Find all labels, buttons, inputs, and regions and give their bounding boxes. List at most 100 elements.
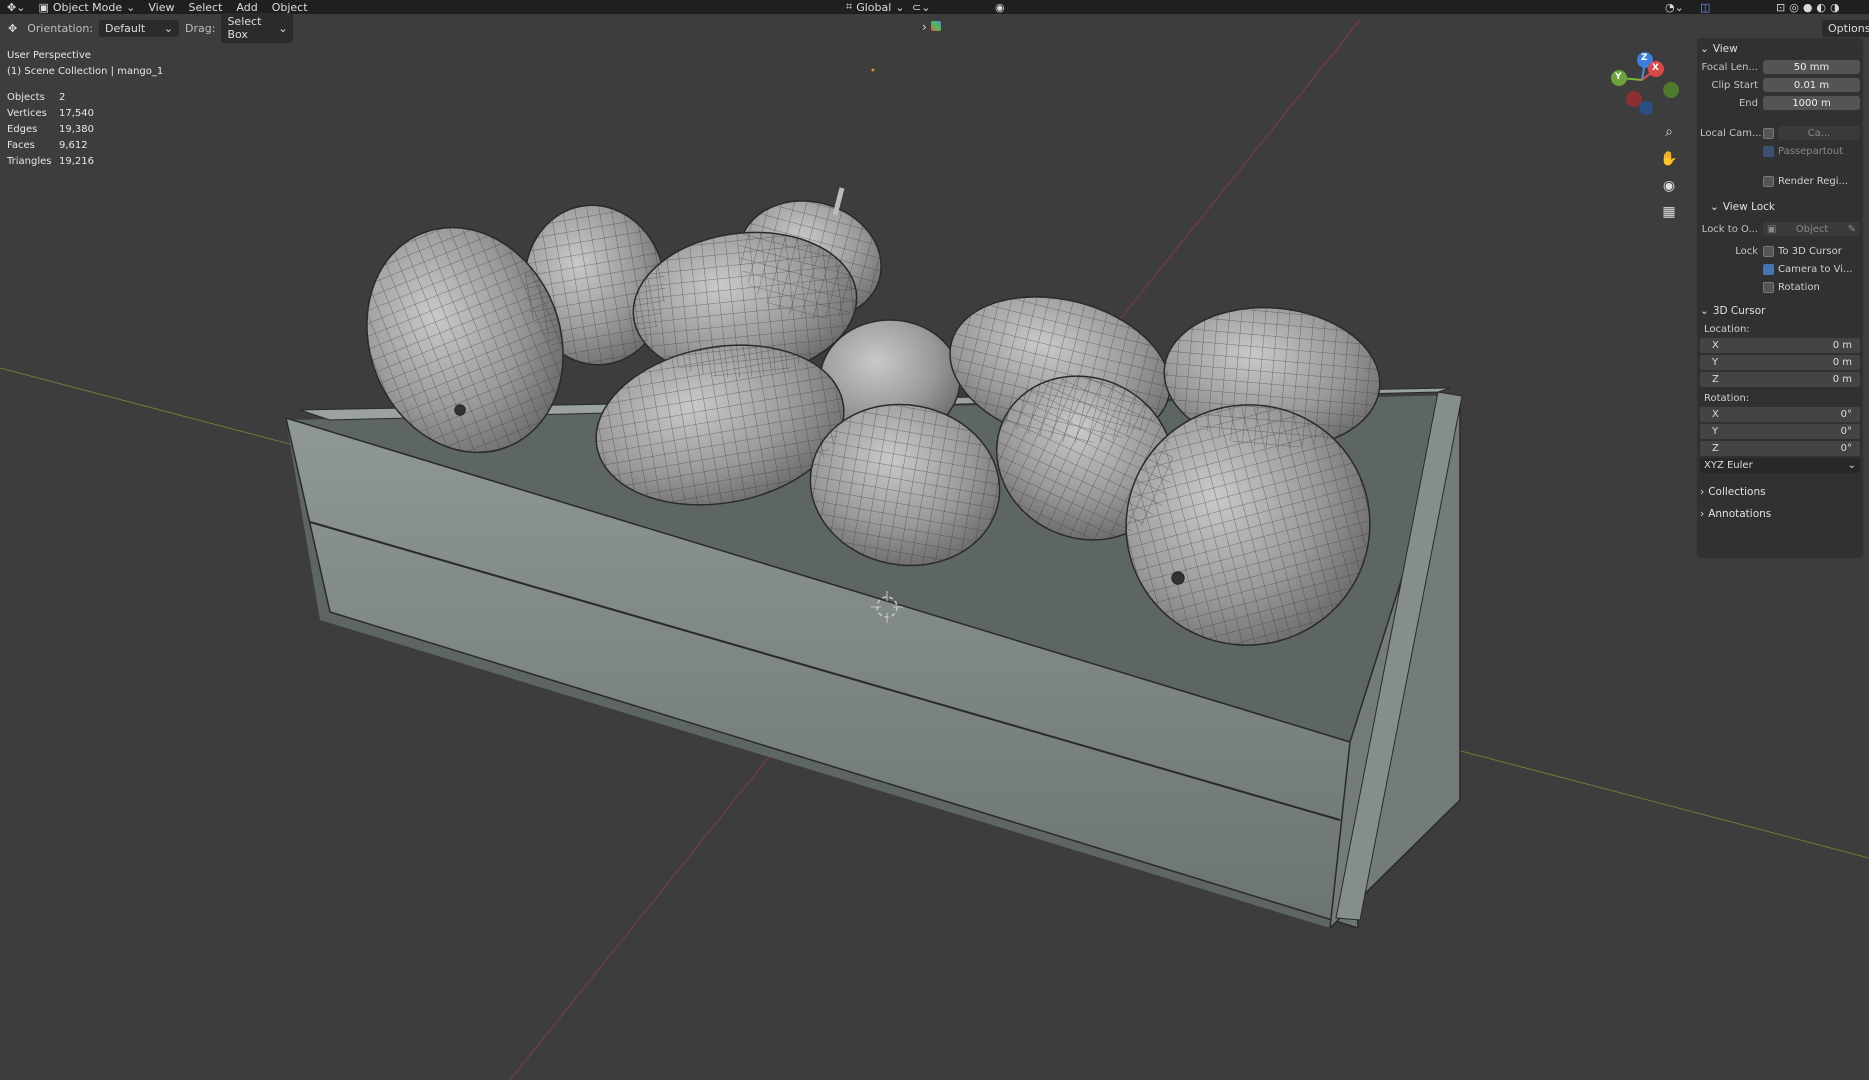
- rotation-mode-dropdown[interactable]: XYZ Euler ⌄: [1700, 458, 1860, 473]
- checkbox-label: Render Regi...: [1778, 175, 1849, 187]
- axis-label: Y: [1712, 357, 1719, 368]
- transform-label: Global: [856, 0, 892, 14]
- local-camera-field[interactable]: Ca...: [1778, 126, 1860, 140]
- passepartout-checkbox[interactable]: [1763, 145, 1774, 157]
- drag-label: Drag:: [185, 21, 216, 35]
- cursor-location-x[interactable]: X 0 m: [1700, 338, 1860, 353]
- proportional-edit-icon[interactable]: ◉: [995, 1, 1005, 14]
- options-button[interactable]: Options: [1822, 20, 1869, 37]
- object-origin-dot: [871, 68, 875, 72]
- chevron-down-icon: ⌄: [126, 0, 136, 14]
- lock-object-field[interactable]: ▣ Object ✎: [1763, 222, 1860, 236]
- axis-label: Y: [1712, 426, 1719, 437]
- clip-start-field[interactable]: 0.01 m: [1763, 78, 1860, 92]
- cursor-rotation-z[interactable]: Z 0°: [1700, 441, 1860, 456]
- lock-camera-row: Camera to Vi...: [1700, 260, 1860, 278]
- cursor-location-z[interactable]: Z 0 m: [1700, 372, 1860, 387]
- stat-label: Triangles: [7, 156, 52, 167]
- local-camera-checkbox[interactable]: [1763, 127, 1774, 139]
- cursor-rotation-y[interactable]: Y 0°: [1700, 424, 1860, 439]
- clip-end-field[interactable]: 1000 m: [1763, 96, 1860, 110]
- rotation-mode-value: XYZ Euler: [1704, 460, 1753, 471]
- stat-row: Edges 19,380: [7, 122, 163, 138]
- axis-value: 0°: [1840, 409, 1852, 420]
- transform-orientation-dropdown[interactable]: ⌗ Global ⌄: [840, 0, 911, 16]
- section-title: View: [1712, 43, 1738, 55]
- chevron-down-icon: ⌄: [278, 21, 288, 35]
- collections-header[interactable]: › Collections: [1700, 483, 1860, 501]
- sidebar-panel: ⌄ View Focal Len... 50 mm Clip Start 0.01 m…: [1700, 40, 1860, 523]
- field-label: Local Cam...: [1700, 127, 1762, 139]
- zoom-icon[interactable]: ⌕: [1658, 121, 1680, 143]
- tool-settings-bar: ✥ Orientation: Default ⌄ Drag: Select Bo…: [0, 13, 294, 43]
- perspective-toggle-icon[interactable]: ▦: [1658, 201, 1680, 223]
- asset-browser-toggle-icon[interactable]: ›: [922, 20, 941, 34]
- stat-label: Edges: [7, 124, 38, 135]
- camera-view-icon[interactable]: ◉: [1658, 175, 1680, 197]
- mode-icon: ▣: [38, 0, 49, 14]
- viewport-info: User Perspective (1) Scene Collection | …: [7, 48, 163, 170]
- focal-length-row: Focal Len... 50 mm: [1700, 58, 1860, 76]
- menu-view[interactable]: View: [141, 1, 181, 14]
- 3d-cursor-header[interactable]: ⌄ 3D Cursor: [1700, 302, 1860, 320]
- view-section-header[interactable]: ⌄ View: [1700, 40, 1860, 58]
- chevron-down-icon: ⌄: [1710, 201, 1719, 213]
- stat-value: 19,380: [59, 124, 94, 135]
- eyedropper-icon[interactable]: ✎: [1848, 224, 1856, 235]
- stat-row: Objects 2: [7, 90, 163, 106]
- axis-label: Z: [1712, 443, 1719, 454]
- orientation-dropdown[interactable]: Default ⌄: [99, 19, 180, 37]
- 3d-viewport[interactable]: [0, 0, 1869, 1080]
- mode-dropdown[interactable]: ▣ Object Mode ⌄: [32, 1, 141, 14]
- xray-icon[interactable]: ◫: [1700, 1, 1710, 14]
- drag-value: Select Box: [227, 15, 262, 41]
- stat-label: Vertices: [7, 108, 47, 119]
- section-title: 3D Cursor: [1712, 305, 1766, 317]
- lock-cursor-checkbox[interactable]: [1763, 245, 1774, 257]
- editor-type-icon[interactable]: ✥⌄: [0, 1, 32, 14]
- object-icon: ▣: [1767, 223, 1777, 235]
- axis-label: Z: [1712, 374, 1719, 385]
- cursor-location-y[interactable]: Y 0 m: [1700, 355, 1860, 370]
- stat-value: 17,540: [59, 108, 94, 119]
- section-title: Annotations: [1708, 508, 1772, 520]
- chevron-down-icon: ⌄: [1700, 43, 1709, 55]
- cursor-rotation-x[interactable]: X 0°: [1700, 407, 1860, 422]
- passepartout-row: Passepartout: [1700, 142, 1860, 160]
- axis-label: X: [1712, 409, 1719, 420]
- lock-rotation-checkbox[interactable]: [1763, 281, 1774, 293]
- overlays-icon[interactable]: ◔⌄: [1665, 1, 1684, 14]
- view-name: User Perspective: [7, 50, 91, 61]
- checkbox-label: To 3D Cursor: [1778, 245, 1842, 257]
- stat-row: Vertices 17,540: [7, 106, 163, 122]
- pan-hand-icon[interactable]: ✋: [1658, 148, 1680, 170]
- chevron-down-icon: ⌄: [1847, 460, 1856, 471]
- render-region-row: Render Regi...: [1700, 172, 1860, 190]
- transform-tool-icon[interactable]: ✥: [8, 22, 17, 35]
- field-label: Focal Len...: [1701, 61, 1758, 73]
- chevron-down-icon: ⌄: [1700, 305, 1709, 317]
- menu-object[interactable]: Object: [265, 1, 315, 14]
- snap-icon[interactable]: ⊂⌄: [912, 1, 930, 14]
- lock-rotation-row: Rotation: [1700, 278, 1860, 296]
- drag-dropdown[interactable]: Select Box ⌄: [221, 13, 294, 43]
- orientation-label: Orientation:: [27, 21, 94, 35]
- view-lock-header[interactable]: ⌄ View Lock: [1700, 198, 1860, 216]
- section-title: Collections: [1708, 486, 1766, 498]
- chevron-right-icon: ›: [1700, 508, 1705, 520]
- mode-label: Object Mode: [52, 0, 123, 14]
- annotations-header[interactable]: › Annotations: [1700, 505, 1860, 523]
- stat-label: Objects: [7, 92, 45, 103]
- transform-icon: ⌗: [846, 0, 853, 13]
- location-label-row: Location:: [1700, 320, 1860, 338]
- chevron-right-icon: ›: [1700, 486, 1705, 498]
- stat-value: 2: [59, 92, 66, 103]
- camera-to-view-checkbox[interactable]: [1763, 263, 1774, 275]
- viewport-shading-icons[interactable]: ⊡◎●◐◑: [1776, 1, 1844, 14]
- render-region-checkbox[interactable]: [1763, 175, 1774, 187]
- menu-add[interactable]: Add: [229, 1, 264, 14]
- chevron-down-icon: ⌄: [163, 21, 174, 35]
- menu-select[interactable]: Select: [181, 1, 229, 14]
- focal-length-field[interactable]: 50 mm: [1763, 60, 1860, 74]
- checkbox-label: Rotation: [1778, 281, 1820, 293]
